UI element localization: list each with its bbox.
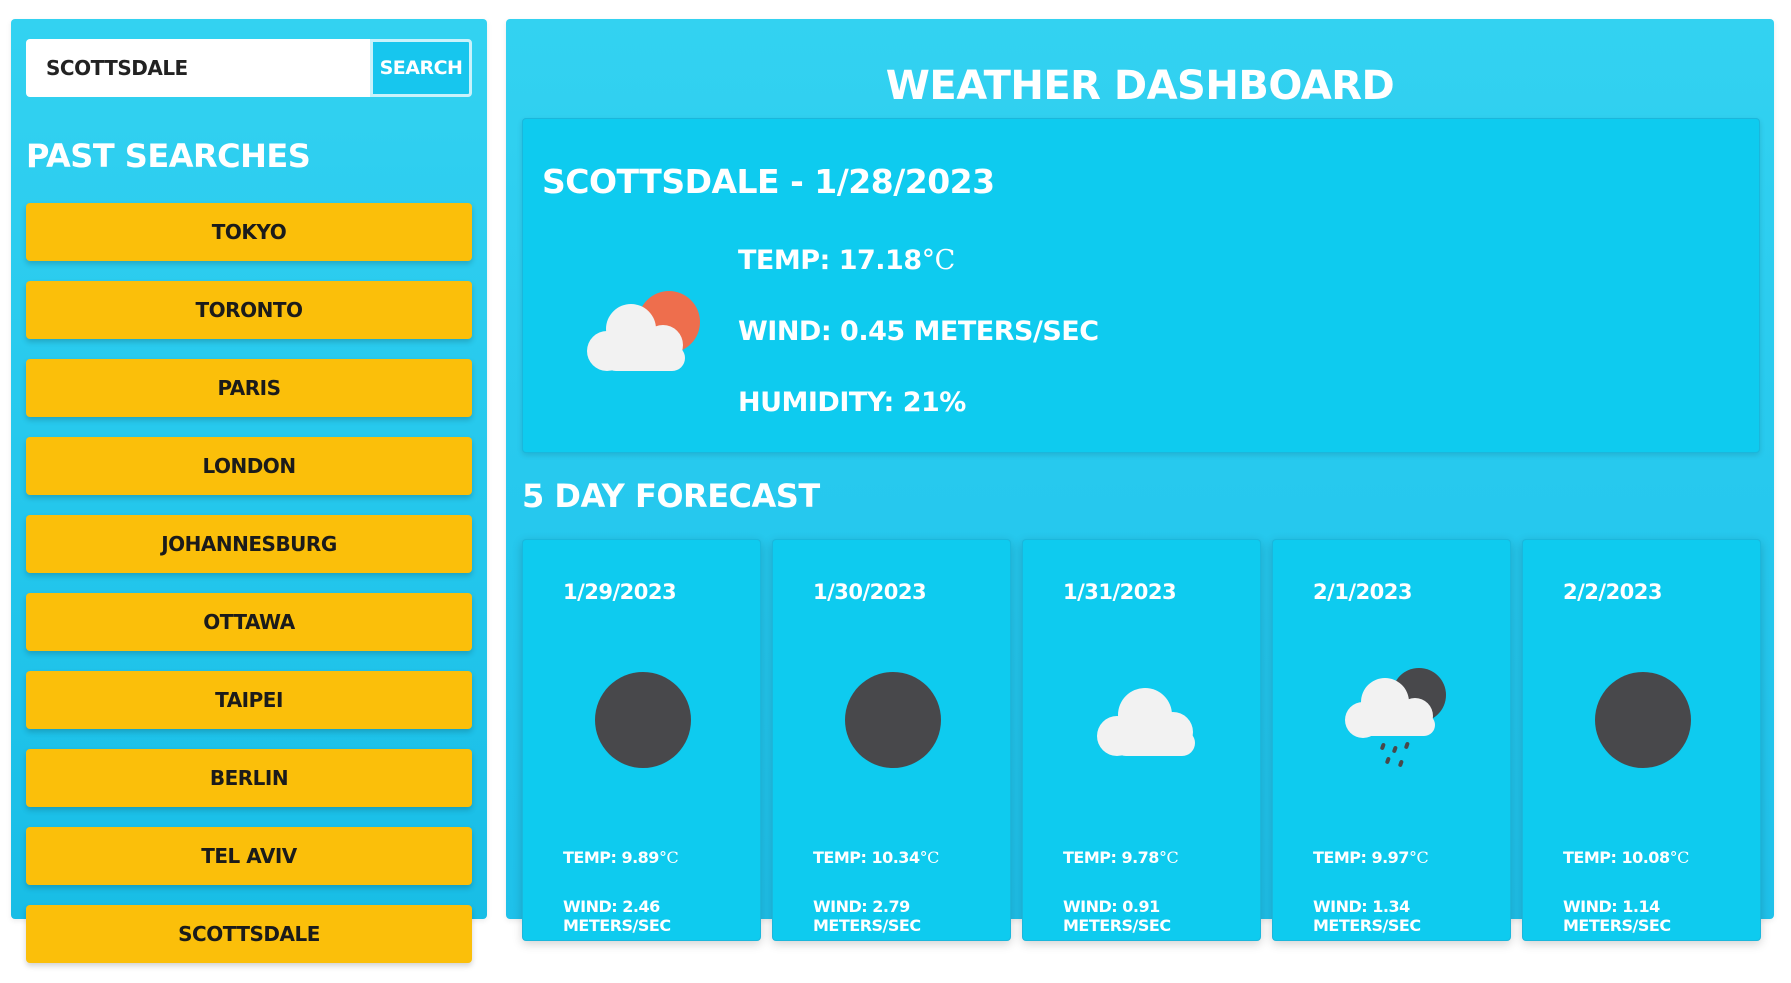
forecast-wind: WIND: 1.14 METERS/SEC — [1563, 897, 1671, 935]
forecast-card: 2/1/2023 TEMP: 9.97°C WIND: 1.34 METERS/… — [1272, 539, 1511, 941]
current-temp: TEMP: 17.18°C — [738, 245, 955, 276]
forecast-date: 1/29/2023 — [563, 580, 677, 604]
search-form: SEARCH — [26, 39, 472, 97]
forecast-card: 2/2/2023 TEMP: 10.08°C WIND: 1.14 METERS… — [1522, 539, 1761, 941]
city-search-input[interactable] — [26, 39, 370, 97]
forecast-wind: WIND: 1.34 METERS/SEC — [1313, 897, 1421, 935]
forecast-temp-unit: °C — [1158, 848, 1179, 867]
forecast-temp-unit: °C — [1669, 848, 1690, 867]
cloud-icon — [1097, 688, 1195, 756]
forecast-temp-value: TEMP: 9.97 — [1313, 848, 1409, 867]
forecast-card: 1/31/2023 TEMP: 9.78°C WIND: 0.91 METERS… — [1022, 539, 1261, 941]
forecast-temp-unit: °C — [658, 848, 679, 867]
forecast-card: 1/29/2023 TEMP: 9.89°C WIND: 2.46 METERS… — [522, 539, 761, 941]
history-button-berlin[interactable]: BERLIN — [26, 749, 472, 807]
history-button-johannesburg[interactable]: JOHANNESBURG — [26, 515, 472, 573]
clear-night-icon — [595, 672, 691, 768]
forecast-temp-unit: °C — [1408, 848, 1429, 867]
forecast-temp: TEMP: 9.78°C — [1063, 848, 1179, 867]
forecast-date: 2/1/2023 — [1313, 580, 1413, 604]
forecast-card: 1/30/2023 TEMP: 10.34°C WIND: 2.79 METER… — [772, 539, 1011, 941]
sidebar: SEARCH PAST SEARCHES TOKYO TORONTO PARIS… — [11, 19, 487, 963]
forecast-temp-value: TEMP: 9.89 — [563, 848, 659, 867]
forecast-temp: TEMP: 10.08°C — [1563, 848, 1689, 867]
forecast-date: 1/30/2023 — [813, 580, 927, 604]
current-wind: WIND: 0.45 METERS/SEC — [738, 316, 1099, 347]
past-searches-title: PAST SEARCHES — [26, 137, 311, 175]
partly-cloudy-day-icon — [587, 291, 700, 371]
current-humidity: HUMIDITY: 21% — [738, 387, 966, 418]
current-temp-value: TEMP: 17.18 — [738, 245, 922, 276]
past-searches-list: TOKYO TORONTO PARIS LONDON JOHANNESBURG … — [26, 203, 472, 983]
history-button-toronto[interactable]: TORONTO — [26, 281, 472, 339]
forecast-title: 5 DAY FORECAST — [522, 477, 820, 515]
history-button-london[interactable]: LONDON — [26, 437, 472, 495]
forecast-temp-value: TEMP: 10.08 — [1563, 848, 1670, 867]
forecast-temp: TEMP: 9.97°C — [1313, 848, 1429, 867]
history-button-tokyo[interactable]: TOKYO — [26, 203, 472, 261]
forecast-temp-value: TEMP: 9.78 — [1063, 848, 1159, 867]
rain-night-icon — [1345, 668, 1446, 767]
page-title: WEATHER DASHBOARD — [885, 63, 1395, 109]
history-button-scottsdale[interactable]: SCOTTSDALE — [26, 905, 472, 963]
current-weather-heading: SCOTTSDALE - 1/28/2023 — [542, 162, 995, 201]
current-weather-card: SCOTTSDALE - 1/28/2023 TEMP: 17.18°C WIN… — [522, 118, 1760, 453]
forecast-temp: TEMP: 10.34°C — [813, 848, 939, 867]
history-button-paris[interactable]: PARIS — [26, 359, 472, 417]
forecast-temp-value: TEMP: 10.34 — [813, 848, 920, 867]
forecast-row: 1/29/2023 TEMP: 9.89°C WIND: 2.46 METERS… — [522, 539, 1761, 941]
current-temp-unit: °C — [921, 245, 956, 276]
forecast-date: 2/2/2023 — [1563, 580, 1663, 604]
forecast-wind: WIND: 0.91 METERS/SEC — [1063, 897, 1171, 935]
forecast-temp: TEMP: 9.89°C — [563, 848, 679, 867]
forecast-wind: WIND: 2.79 METERS/SEC — [813, 897, 921, 935]
clear-night-icon — [1595, 672, 1691, 768]
search-button[interactable]: SEARCH — [370, 39, 472, 97]
history-button-tel-aviv[interactable]: TEL AVIV — [26, 827, 472, 885]
history-button-taipei[interactable]: TAIPEI — [26, 671, 472, 729]
history-button-ottawa[interactable]: OTTAWA — [26, 593, 472, 651]
forecast-temp-unit: °C — [919, 848, 940, 867]
clear-night-icon — [845, 672, 941, 768]
main-panel: WEATHER DASHBOARD SCOTTSDALE - 1/28/2023… — [506, 19, 1774, 941]
forecast-wind: WIND: 2.46 METERS/SEC — [563, 897, 671, 935]
forecast-date: 1/31/2023 — [1063, 580, 1177, 604]
